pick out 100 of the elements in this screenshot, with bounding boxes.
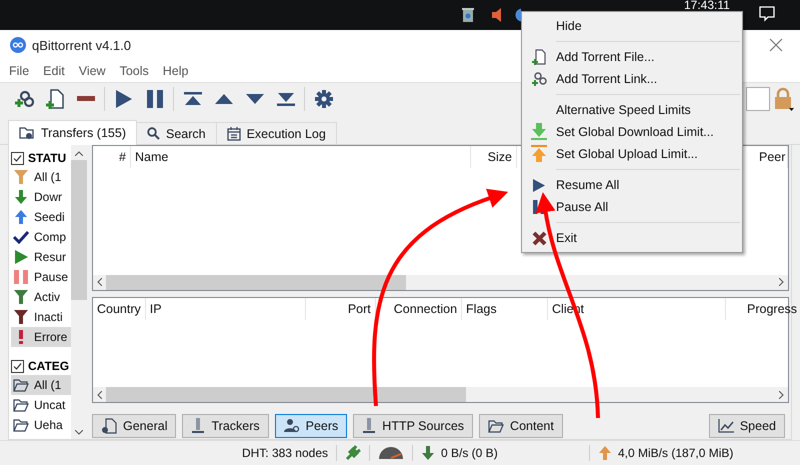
- menu-item[interactable]: File: [2, 64, 36, 78]
- menu-item[interactable]: Exit: [522, 227, 742, 249]
- antenna-icon: [362, 418, 376, 434]
- tab[interactable]: Execution Log: [216, 122, 337, 144]
- column-header[interactable]: Port: [306, 298, 376, 320]
- column-header[interactable]: Country: [93, 298, 146, 320]
- column-header[interactable]: Flags: [462, 298, 548, 320]
- scrollbar[interactable]: [93, 274, 788, 290]
- filter-item[interactable]: Seedi: [11, 207, 71, 227]
- download-speed: 0 B/s (0 B): [441, 446, 498, 460]
- settings-icon[interactable]: [314, 90, 332, 108]
- menu-item[interactable]: Edit: [36, 64, 72, 78]
- menu-item[interactable]: Help: [156, 64, 196, 78]
- section-title: CATEG: [28, 359, 70, 373]
- pause-icon: [533, 200, 545, 214]
- download-limit-icon: [531, 123, 547, 141]
- menu-item[interactable]: Pause All: [522, 196, 742, 218]
- filter-item[interactable]: Comp: [11, 227, 71, 247]
- scrollbar[interactable]: [93, 387, 788, 402]
- filter-item[interactable]: Uncat: [11, 395, 71, 415]
- play-icon: [533, 178, 545, 192]
- column-header[interactable]: Size: [471, 146, 517, 168]
- remove-icon[interactable]: [76, 96, 94, 102]
- document-gear-icon: [101, 418, 117, 434]
- up-arrow-icon: [14, 210, 28, 224]
- pause-icon: [14, 270, 28, 284]
- move-down-icon[interactable]: [246, 94, 264, 104]
- detail-tab[interactable]: HTTP Sources: [353, 414, 474, 438]
- checkmark-icon: [13, 230, 29, 244]
- column-header[interactable]: Connection: [376, 298, 462, 320]
- filter-item[interactable]: Pause: [11, 267, 71, 287]
- filter-item[interactable]: Inacti: [11, 307, 71, 327]
- menu-item[interactable]: Resume All: [522, 174, 742, 196]
- down-arrow-icon: [421, 446, 435, 460]
- add-file-icon: [532, 49, 546, 65]
- menu-item[interactable]: Set Global Download Limit...: [522, 121, 742, 143]
- detail-tab[interactable]: General: [92, 414, 176, 438]
- filter-item[interactable]: All (1: [11, 167, 71, 187]
- menu-item[interactable]: View: [72, 64, 113, 78]
- filter-field[interactable]: [746, 87, 770, 111]
- add-file-icon[interactable]: [46, 89, 64, 109]
- menu-item[interactable]: Add Torrent File...: [522, 46, 742, 68]
- column-header[interactable]: Peer: [755, 146, 788, 168]
- notification-icon[interactable]: [759, 6, 775, 22]
- filter-item[interactable]: All (1: [11, 375, 71, 395]
- search-icon: [146, 127, 160, 140]
- menu-item[interactable]: Alternative Speed Limits: [522, 99, 742, 121]
- column-header[interactable]: #: [93, 146, 131, 168]
- move-top-icon[interactable]: [184, 92, 202, 106]
- filter-item[interactable]: Ueha: [11, 415, 71, 435]
- column-header[interactable]: Name: [131, 146, 471, 168]
- filter-item[interactable]: Errore: [11, 327, 71, 347]
- filter-item[interactable]: Resur: [11, 247, 71, 267]
- detail-tab[interactable]: Peers: [274, 414, 348, 438]
- detail-tab[interactable]: Trackers: [182, 414, 269, 438]
- play-icon: [14, 250, 28, 264]
- exit-icon: [532, 230, 546, 246]
- app-logo-icon: [10, 37, 26, 53]
- folders-icon: [19, 126, 35, 140]
- filter-icon: [14, 170, 28, 184]
- chart-icon: [718, 419, 734, 434]
- scroll-left-icon[interactable]: [97, 278, 102, 286]
- menu-item[interactable]: Tools: [112, 64, 156, 78]
- scroll-right-icon[interactable]: [779, 390, 784, 399]
- menu-item[interactable]: Add Torrent Link...: [522, 68, 742, 90]
- detail-tab[interactable]: Content: [479, 414, 563, 438]
- recycle-bin-icon[interactable]: [462, 8, 474, 22]
- column-header[interactable]: Progress: [726, 298, 800, 320]
- move-up-icon[interactable]: [214, 94, 232, 104]
- tab[interactable]: Transfers (155): [8, 120, 137, 145]
- window-title: qBittorrent v4.1.0: [32, 38, 132, 52]
- section-checkbox[interactable]: [11, 360, 24, 372]
- calendar-icon: [226, 126, 241, 140]
- scroll-down-icon[interactable]: [75, 430, 83, 435]
- pause-icon[interactable]: [146, 90, 162, 108]
- folder-icon: [13, 398, 29, 412]
- scroll-left-icon[interactable]: [97, 390, 102, 399]
- filter-item[interactable]: Activ: [11, 287, 71, 307]
- folder-icon: [13, 418, 29, 432]
- move-bottom-icon[interactable]: [276, 92, 294, 106]
- menu-item[interactable]: Set Global Upload Limit...: [522, 143, 742, 165]
- scrollbar[interactable]: [71, 145, 87, 439]
- speed-button[interactable]: Speed: [708, 414, 785, 438]
- section-title: STATU: [28, 151, 66, 165]
- play-icon[interactable]: [116, 90, 132, 108]
- speaker-icon[interactable]: [492, 8, 504, 22]
- plug-icon[interactable]: [345, 445, 361, 461]
- speedometer-icon[interactable]: [378, 446, 404, 460]
- scroll-right-icon[interactable]: [779, 278, 784, 286]
- section-checkbox[interactable]: [11, 152, 24, 164]
- up-arrow-icon: [598, 446, 612, 460]
- folder-icon: [488, 420, 504, 433]
- filter-item[interactable]: Dowr: [11, 187, 71, 207]
- app-tray-icon[interactable]: [515, 8, 521, 22]
- filter-icon: [14, 310, 28, 324]
- column-header[interactable]: IP: [146, 298, 306, 320]
- down-arrow-icon: [14, 190, 28, 204]
- menu-item[interactable]: Hide: [522, 15, 742, 37]
- add-link-icon[interactable]: [14, 89, 34, 109]
- scroll-up-icon[interactable]: [75, 151, 83, 156]
